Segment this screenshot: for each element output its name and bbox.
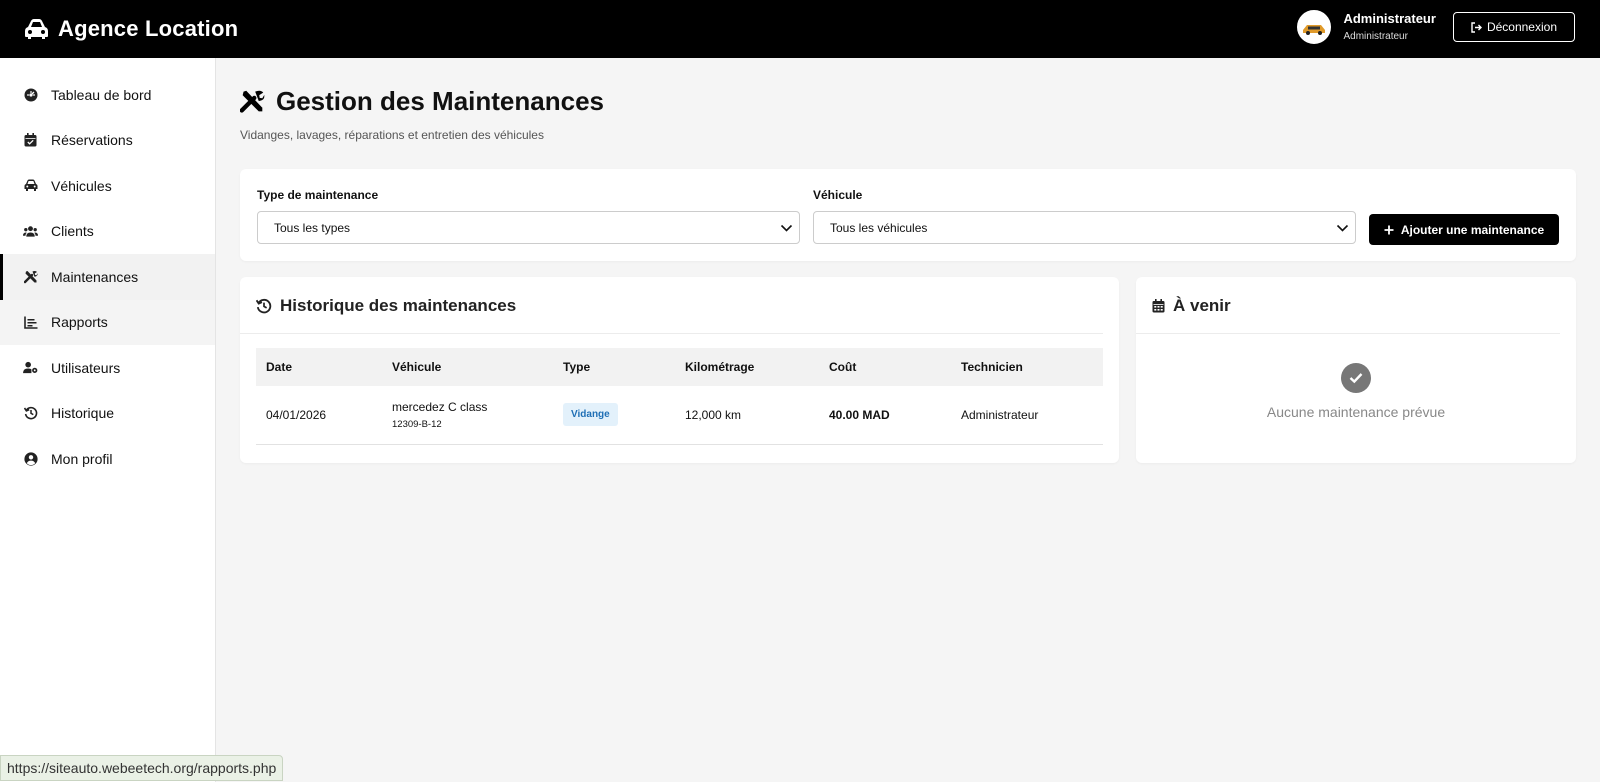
status-bar-url: https://siteauto.webeetech.org/rapports.… <box>0 755 284 781</box>
column-header-date[interactable]: Date <box>256 348 382 386</box>
user-info: Administrateur Administrateur <box>1343 11 1435 44</box>
add-maintenance-button[interactable]: Ajouter une maintenance <box>1369 214 1559 245</box>
brand-title: Agence Location <box>58 16 239 41</box>
page-title: Gestion des Maintenances <box>276 86 604 116</box>
car-icon <box>23 178 38 193</box>
user-circle-icon <box>23 451 38 466</box>
calendar-check-icon <box>23 133 38 148</box>
table-header-row: Date Véhicule Type Kilométrage Coût Tech… <box>256 348 1103 386</box>
sidebar-item-reservations[interactable]: Réservations <box>0 118 215 164</box>
sidebar-item-rapports[interactable]: Rapports <box>0 299 215 345</box>
empty-state-text: Aucune maintenance prévue <box>1266 404 1446 420</box>
history-icon <box>23 406 38 421</box>
history-icon <box>256 298 272 314</box>
chevron-down-icon <box>780 224 793 232</box>
sidebar-item-label: Utilisateurs <box>51 359 121 376</box>
sidebar-item-label: Historique <box>51 405 115 422</box>
sidebar-item-label: Mon profil <box>51 450 113 467</box>
vehicle-filter-label: Véhicule <box>813 188 863 202</box>
top-navbar: Agence Location Administrateur Administr… <box>0 0 1600 58</box>
column-header-cost[interactable]: Coût <box>819 348 951 386</box>
sidebar-item-label: Clients <box>51 223 94 240</box>
car-logo-icon <box>25 19 48 39</box>
chart-line-icon <box>23 315 38 330</box>
chevron-down-icon <box>1336 224 1349 232</box>
sidebar-item-historique[interactable]: Historique <box>0 391 215 437</box>
sidebar-item-maintenances[interactable]: Maintenances <box>0 254 215 300</box>
sidebar-item-tableau-de-bord[interactable]: Tableau de bord <box>0 72 215 118</box>
history-title: Historique des maintenances <box>280 296 517 315</box>
upcoming-card-header: À venir <box>1136 277 1560 334</box>
tools-icon <box>23 269 38 284</box>
history-table: Date Véhicule Type Kilométrage Coût Tech… <box>256 348 1103 445</box>
add-maintenance-label: Ajouter une maintenance <box>1400 222 1545 237</box>
vehicle-select[interactable]: Tous les véhicules <box>813 211 1356 244</box>
upcoming-card: À venir Aucune maintenance prévue <box>1136 277 1576 463</box>
vehicle-select-value: Tous les véhicules <box>830 220 928 235</box>
cell-technician: Administrateur <box>961 407 1039 422</box>
check-circle-icon <box>1341 363 1371 393</box>
cell-cost: 40.00 MAD <box>829 407 890 422</box>
sidebar-item-utilisateurs[interactable]: Utilisateurs <box>0 345 215 391</box>
empty-state: Aucune maintenance prévue <box>1136 363 1576 420</box>
type-filter-label: Type de maintenance <box>257 188 379 202</box>
cell-vehicle: mercedez C class 12309-B-12 <box>382 386 553 444</box>
user-role: Administrateur <box>1343 30 1408 42</box>
sidebar-item-label: Véhicules <box>51 177 112 194</box>
filters-card: Type de maintenance Tous les types Véhic… <box>240 169 1576 261</box>
logout-label: Déconnexion <box>1486 20 1557 34</box>
sidebar-item-clients[interactable]: Clients <box>0 209 215 255</box>
vehicle-plate: 12309-B-12 <box>392 418 442 430</box>
sidebar-item-label: Maintenances <box>51 268 139 285</box>
avatar[interactable] <box>1297 10 1332 44</box>
sign-out-icon <box>1471 21 1482 33</box>
type-select-value: Tous les types <box>274 220 351 235</box>
car-avatar-icon <box>1299 12 1330 42</box>
cell-mileage: 12,000 km <box>685 407 742 422</box>
main-content: Gestion des Maintenances Vidanges, lavag… <box>240 58 1576 463</box>
page-header: Gestion des Maintenances <box>240 86 1576 117</box>
sidebar-item-mon-profil[interactable]: Mon profil <box>0 436 215 482</box>
table-row[interactable]: 04/01/2026 mercedez C class 12309-B-12 V… <box>256 386 1103 444</box>
user-name: Administrateur <box>1343 10 1436 26</box>
history-card: Historique des maintenances Date Véhicul… <box>240 277 1119 463</box>
column-header-vehicle[interactable]: Véhicule <box>382 348 553 386</box>
history-card-header: Historique des maintenances <box>240 277 1103 334</box>
sidebar-item-vehicules[interactable]: Véhicules <box>0 163 215 209</box>
cell-date: 04/01/2026 <box>266 407 327 422</box>
user-area: Administrateur Administrateur Déconnexio… <box>1297 10 1575 44</box>
gauge-icon <box>23 87 38 102</box>
sidebar: Tableau de bord Réservations Véhicules C… <box>0 58 216 782</box>
users-icon <box>23 224 38 239</box>
column-header-technician[interactable]: Technicien <box>951 348 1103 386</box>
column-header-type[interactable]: Type <box>553 348 675 386</box>
sidebar-item-label: Tableau de bord <box>51 86 152 103</box>
tools-icon <box>240 90 265 113</box>
column-header-mileage[interactable]: Kilométrage <box>675 348 819 386</box>
sidebar-item-label: Rapports <box>51 314 108 331</box>
upcoming-title: À venir <box>1173 296 1231 315</box>
calendar-icon <box>1152 299 1165 313</box>
vehicle-name: mercedez C class <box>392 399 488 414</box>
plus-icon <box>1384 225 1394 234</box>
sidebar-item-label: Réservations <box>51 132 133 149</box>
page-subtitle: Vidanges, lavages, réparations et entret… <box>240 128 544 142</box>
brand[interactable]: Agence Location <box>23 16 238 42</box>
type-badge: Vidange <box>563 403 618 427</box>
type-select[interactable]: Tous les types <box>257 211 800 244</box>
user-gear-icon <box>23 360 38 375</box>
logout-button[interactable]: Déconnexion <box>1452 12 1575 42</box>
cell-type: Vidange <box>553 386 675 444</box>
